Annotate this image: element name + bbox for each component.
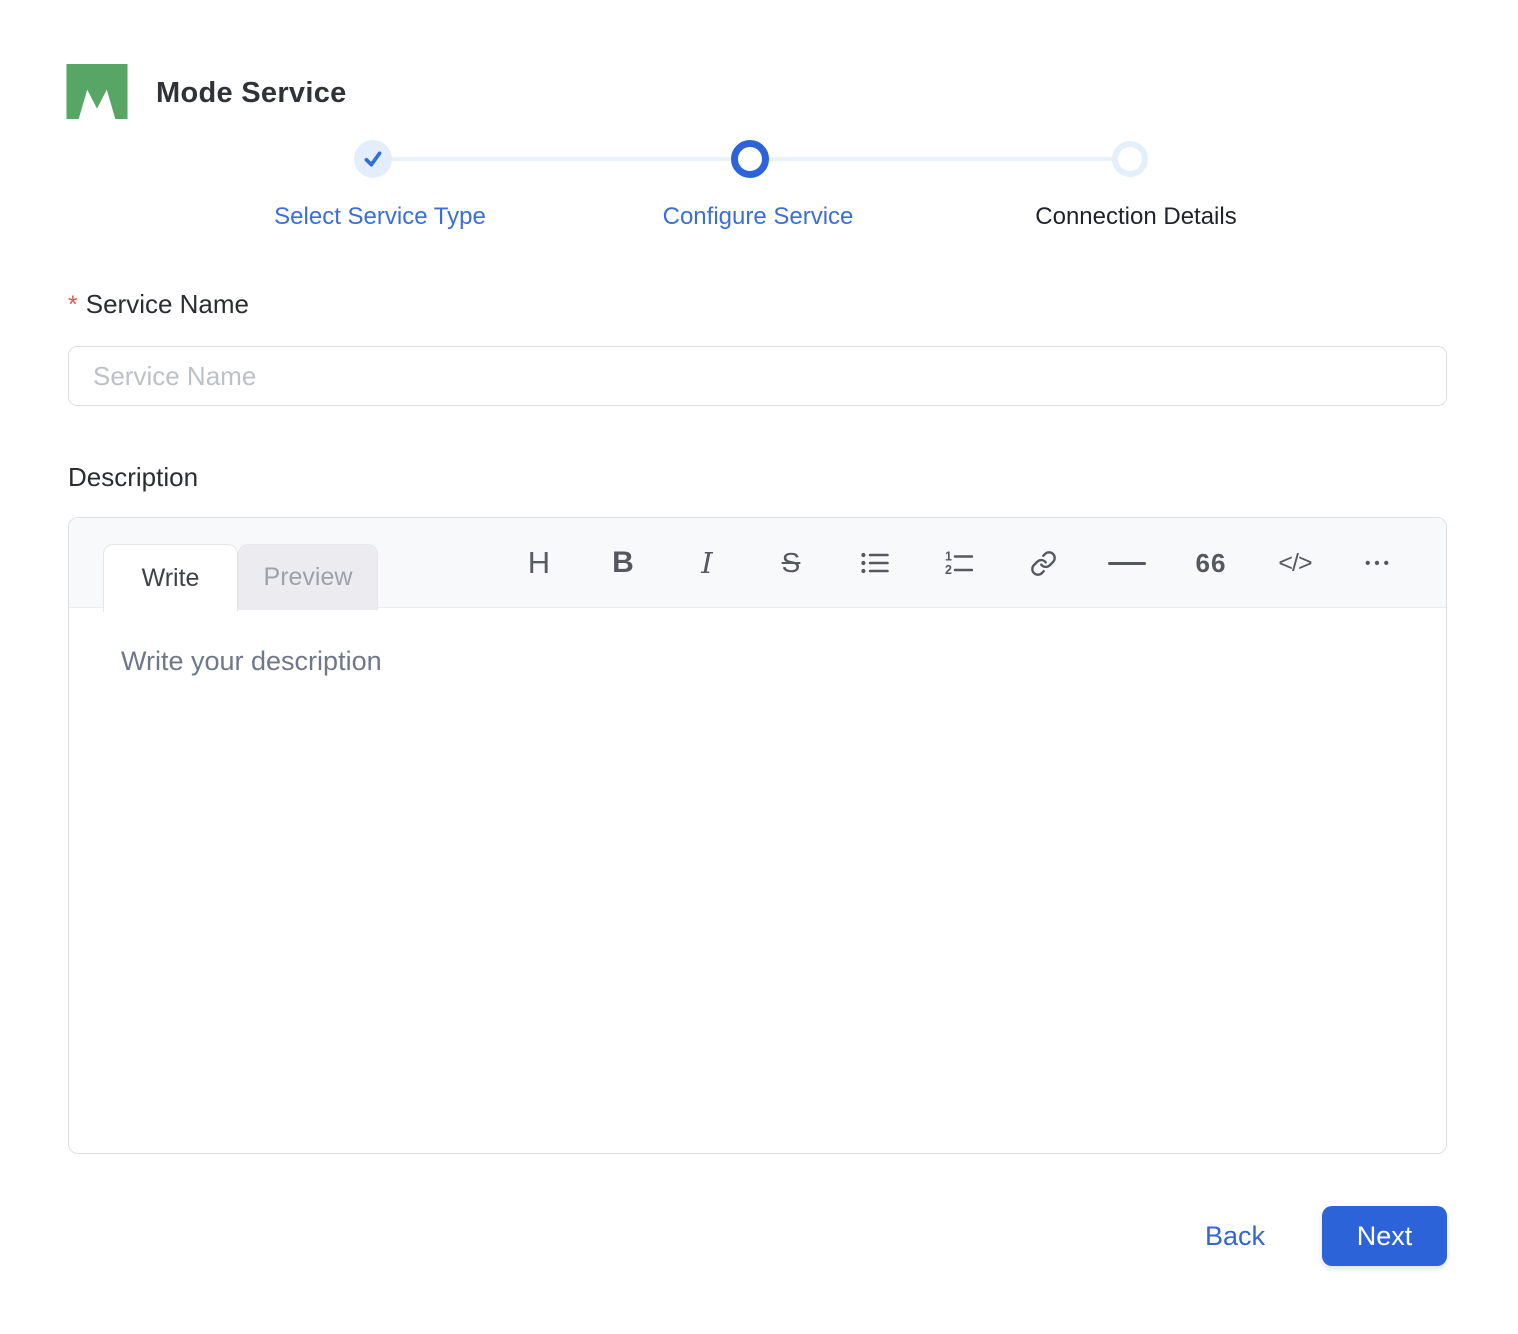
horizontal-rule-icon[interactable] [1085,518,1169,608]
svg-text:1: 1 [945,550,952,564]
editor-toolbar: Write Preview H B I S 1 2 66 </> ••• [69,518,1446,612]
italic-icon[interactable]: I [665,518,749,608]
tab-preview[interactable]: Preview [238,544,378,610]
description-editor: Write Preview H B I S 1 2 66 </> ••• Wri… [68,517,1447,1154]
ordered-list-icon[interactable]: 1 2 [917,518,1001,608]
step-label-configure-service[interactable]: Configure Service [663,203,854,231]
stepper-connector-2 [750,157,1130,161]
stepper-connector-1 [373,157,750,161]
required-asterisk: * [68,291,78,319]
strikethrough-icon[interactable]: S [749,518,833,608]
step-indicator-select-service-type[interactable] [354,140,392,178]
description-label-text: Description [68,462,199,492]
horizontal-rule-glyph [1108,561,1146,565]
mode-service-wizard: Mode Service Select Service Type Configu… [0,0,1518,1334]
back-button[interactable]: Back [1205,1221,1265,1252]
formatting-tools: H B I S 1 2 66 </> ••• [497,518,1421,608]
service-name-label-text: Service Name [85,289,250,319]
link-icon[interactable] [1001,518,1085,608]
step-indicator-configure-service[interactable] [731,140,769,178]
heading-icon[interactable]: H [497,518,581,608]
description-field-label: Description [68,462,198,493]
stepper: Select Service Type Configure Service Co… [0,0,1518,240]
svg-text:2: 2 [945,563,952,576]
quote-icon[interactable]: 66 [1169,518,1253,608]
more-options-icon[interactable]: ••• [1337,518,1421,608]
next-button[interactable]: Next [1322,1206,1447,1266]
tab-write[interactable]: Write [103,544,238,612]
unordered-list-icon[interactable] [833,518,917,608]
step-label-select-service-type[interactable]: Select Service Type [274,203,486,231]
code-icon[interactable]: </> [1253,518,1337,608]
check-icon [364,151,382,167]
description-textarea[interactable] [69,608,1446,1154]
step-indicator-connection-details[interactable] [1112,141,1148,177]
service-name-field-label: * Service Name [68,289,249,320]
bold-icon[interactable]: B [581,518,665,608]
editor-tabs: Write Preview [103,544,378,612]
service-name-input[interactable] [68,346,1447,406]
step-label-connection-details[interactable]: Connection Details [1035,203,1236,231]
